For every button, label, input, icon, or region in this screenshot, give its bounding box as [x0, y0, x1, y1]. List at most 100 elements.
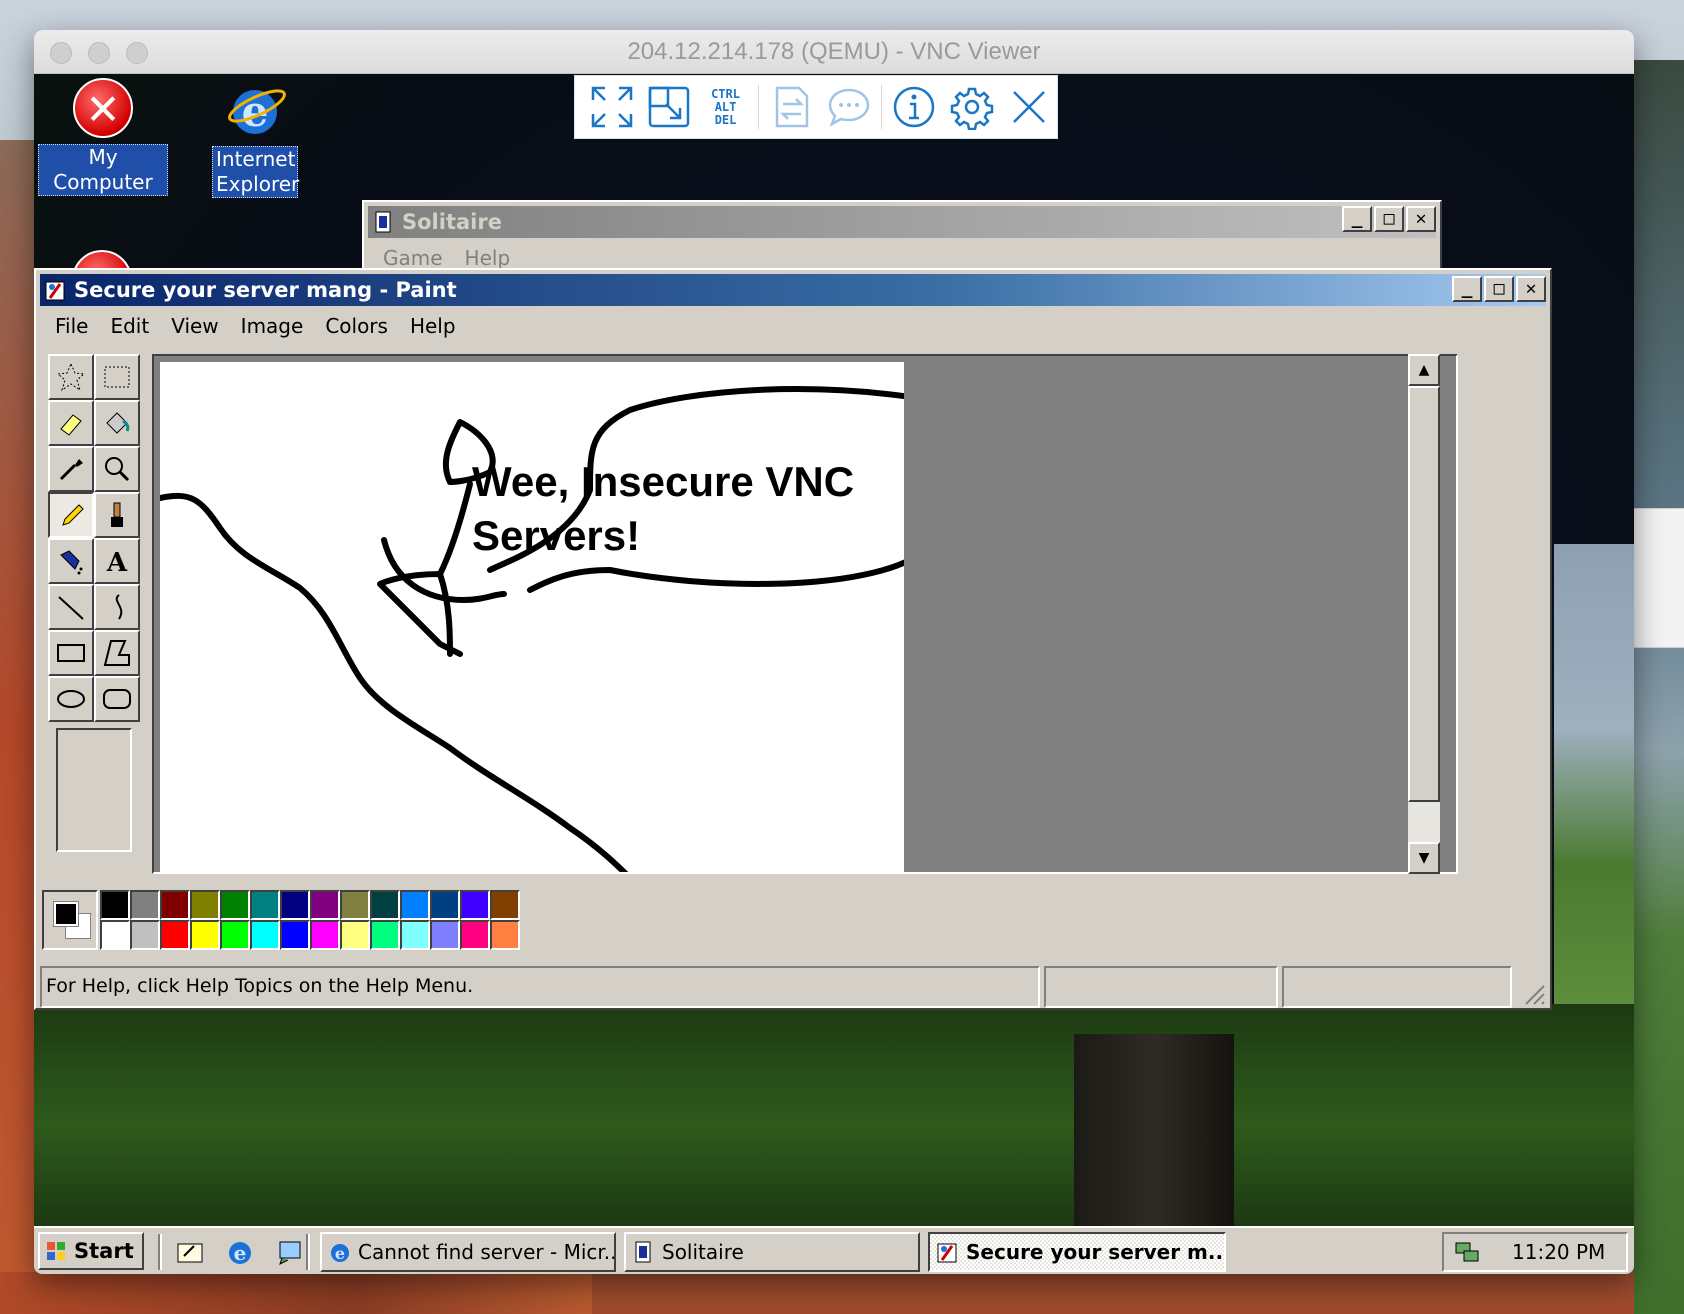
drawing-canvas[interactable]: Wee, Insecure VNC Servers!	[157, 362, 955, 872]
color-swatch[interactable]	[460, 890, 490, 920]
tool-pick-color[interactable]	[48, 446, 94, 492]
solitaire-titlebar[interactable]: Solitaire	[368, 206, 1436, 238]
tool-magnifier[interactable]	[94, 446, 140, 492]
menu-colors[interactable]: Colors	[314, 312, 399, 342]
alt-label: ALT	[714, 99, 737, 114]
color-swatch[interactable]	[190, 890, 220, 920]
airbrush-icon	[60, 550, 83, 575]
info-button[interactable]	[886, 77, 943, 137]
fullscreen-button[interactable]	[583, 77, 640, 137]
wallpaper-grass	[34, 1004, 1634, 1244]
tool-options-box[interactable]	[56, 728, 132, 852]
maximize-button[interactable]: □	[1484, 276, 1514, 302]
menu-image[interactable]: Image	[230, 312, 315, 342]
color-swatch[interactable]	[280, 920, 310, 950]
tool-rectangle[interactable]	[48, 630, 94, 676]
tool-airbrush[interactable]	[48, 538, 94, 584]
chat-button[interactable]	[820, 77, 877, 137]
toolbar-separator	[758, 85, 759, 129]
color-swatch[interactable]	[310, 890, 340, 920]
tool-text[interactable]: A	[94, 538, 140, 584]
system-tray: 11:20 PM	[1442, 1232, 1628, 1272]
color-swatch[interactable]	[130, 920, 160, 950]
clock[interactable]: 11:20 PM	[1512, 1240, 1605, 1264]
tool-curve[interactable]	[94, 584, 140, 630]
task-solitaire[interactable]: Solitaire	[624, 1232, 920, 1272]
tool-line[interactable]	[48, 584, 94, 630]
paint-window[interactable]: Secure your server mang - Paint _ □ ✕ Fi…	[34, 268, 1552, 1010]
minimize-button[interactable]: _	[1452, 276, 1482, 302]
color-swatch[interactable]	[160, 890, 190, 920]
tool-ellipse[interactable]	[48, 676, 94, 722]
task-internet-explorer[interactable]: e Cannot find server - Micr...	[320, 1232, 616, 1272]
tool-select[interactable]	[94, 354, 140, 400]
close-session-button[interactable]	[1000, 77, 1057, 137]
settings-icon	[950, 87, 993, 130]
color-swatch[interactable]	[490, 920, 520, 950]
menu-edit[interactable]: Edit	[99, 312, 160, 342]
tool-free-select[interactable]	[48, 354, 94, 400]
start-button[interactable]: Start	[38, 1232, 144, 1270]
speech-text-line-2: Servers!	[472, 512, 640, 559]
internet-explorer-icon[interactable]: e	[224, 1236, 256, 1268]
foreground-color[interactable]	[53, 901, 79, 927]
color-swatch[interactable]	[400, 890, 430, 920]
minimize-button[interactable]: _	[1342, 206, 1372, 232]
menu-view[interactable]: View	[160, 312, 229, 342]
scale-button[interactable]	[640, 77, 697, 137]
tool-polygon[interactable]	[94, 630, 140, 676]
color-swatch[interactable]	[130, 890, 160, 920]
desktop-icon-my-computer[interactable]: ✕ My Computer	[38, 78, 168, 196]
color-swatch[interactable]	[250, 920, 280, 950]
taskbar: Start e e Cannot find server - Micr... S…	[34, 1226, 1634, 1274]
color-swatch[interactable]	[100, 890, 130, 920]
tool-brush[interactable]	[94, 492, 140, 538]
file-transfer-button[interactable]	[763, 77, 820, 137]
rectangle-icon	[57, 644, 85, 662]
color-swatch[interactable]	[370, 890, 400, 920]
ctrl-alt-del-icon: CTRL ALT DEL	[711, 87, 740, 127]
color-swatch[interactable]	[340, 920, 370, 950]
color-swatch[interactable]	[460, 920, 490, 950]
tool-eraser[interactable]	[48, 400, 94, 446]
color-swatch[interactable]	[280, 890, 310, 920]
color-swatch[interactable]	[490, 890, 520, 920]
menu-file[interactable]: File	[44, 312, 99, 342]
ctrl-alt-del-button[interactable]: CTRL ALT DEL	[697, 77, 754, 137]
eyedropper-icon	[59, 459, 83, 481]
color-swatch[interactable]	[400, 920, 430, 950]
network-icon[interactable]	[1452, 1237, 1482, 1267]
color-swatch[interactable]	[220, 920, 250, 950]
menu-help[interactable]: Help	[399, 312, 467, 342]
tool-rounded-rectangle[interactable]	[94, 676, 140, 722]
paint-titlebar[interactable]: Secure your server mang - Paint	[40, 274, 1546, 306]
scroll-up-button[interactable]: ▲	[1408, 354, 1440, 386]
vertical-scrollbar[interactable]: ▲ ▼	[1408, 354, 1440, 874]
scroll-thumb[interactable]	[1408, 386, 1440, 802]
error-icon: ✕	[73, 78, 133, 138]
close-button[interactable]: ✕	[1516, 276, 1546, 302]
tool-pencil[interactable]	[48, 492, 94, 538]
svg-text:e: e	[335, 1244, 345, 1263]
resize-grip[interactable]	[1516, 966, 1546, 1008]
color-swatch[interactable]	[100, 920, 130, 950]
maximize-button[interactable]: □	[1374, 206, 1404, 232]
tool-fill[interactable]	[94, 400, 140, 446]
color-swatch[interactable]	[340, 890, 370, 920]
show-desktop-icon[interactable]	[174, 1236, 206, 1268]
remote-desktop[interactable]: ✕ My Computer e Internet Explorer ✕	[34, 74, 1634, 1274]
desktop-icon-internet-explorer[interactable]: e Internet Explorer	[210, 78, 300, 198]
color-swatch[interactable]	[430, 890, 460, 920]
color-swatch[interactable]	[430, 920, 460, 950]
outlook-express-icon[interactable]	[274, 1236, 306, 1268]
color-swatch[interactable]	[310, 920, 340, 950]
scroll-down-button[interactable]: ▼	[1408, 842, 1440, 874]
color-swatch[interactable]	[370, 920, 400, 950]
color-swatch[interactable]	[220, 890, 250, 920]
task-paint[interactable]: Secure your server m...	[928, 1232, 1226, 1272]
color-swatch[interactable]	[160, 920, 190, 950]
color-swatch[interactable]	[250, 890, 280, 920]
settings-button[interactable]	[943, 77, 1000, 137]
color-swatch[interactable]	[190, 920, 220, 950]
close-button[interactable]: ✕	[1406, 206, 1436, 232]
